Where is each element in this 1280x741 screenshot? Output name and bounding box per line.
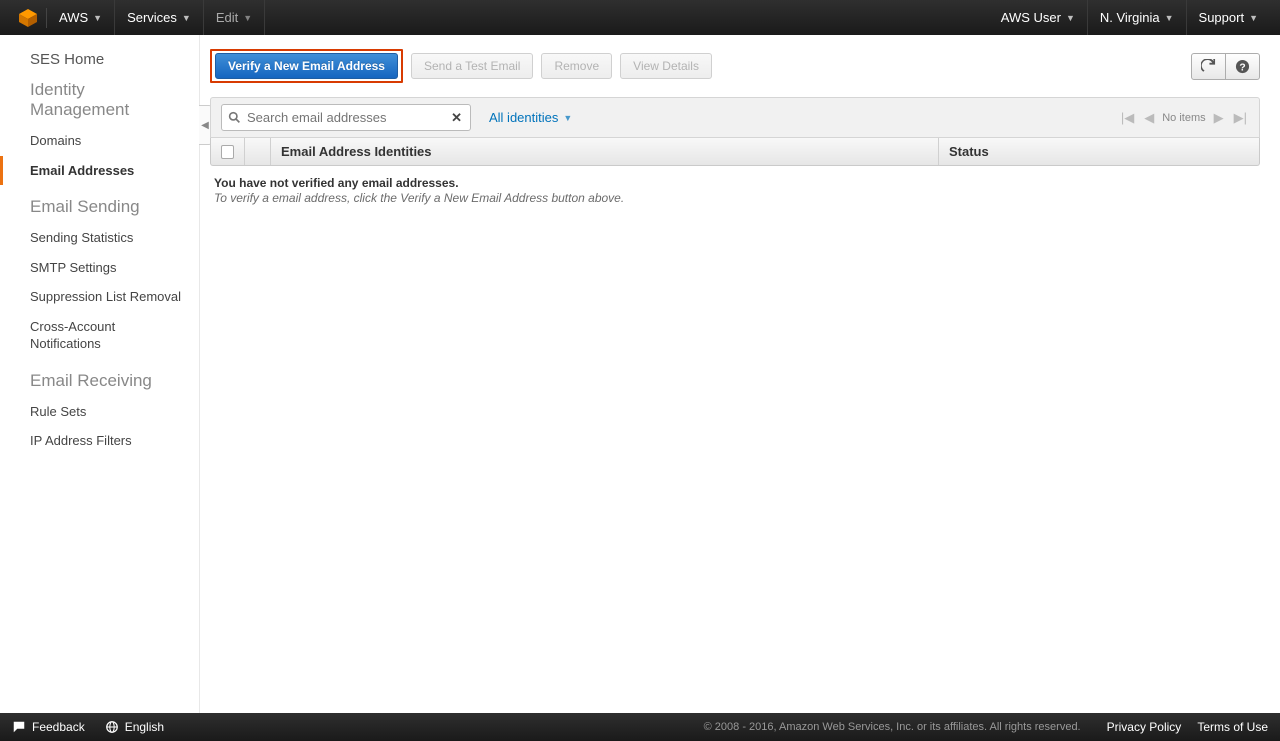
column-status[interactable]: Status xyxy=(939,138,1259,165)
edit-menu-label: Edit xyxy=(216,10,238,25)
page-first-icon[interactable]: |◀ xyxy=(1119,110,1136,126)
help-icon: ? xyxy=(1235,59,1250,74)
language-link[interactable]: English xyxy=(125,720,164,734)
refresh-icon xyxy=(1201,59,1216,74)
caret-down-icon: ▼ xyxy=(1165,13,1174,23)
privacy-link[interactable]: Privacy Policy xyxy=(1107,720,1182,734)
sidebar-item-domains[interactable]: Domains xyxy=(0,126,199,156)
copyright-text: © 2008 - 2016, Amazon Web Services, Inc.… xyxy=(704,721,1081,733)
terms-link[interactable]: Terms of Use xyxy=(1197,720,1268,734)
empty-line1: You have not verified any email addresse… xyxy=(214,176,1256,190)
search-input[interactable] xyxy=(243,107,449,128)
feedback-icon xyxy=(12,720,26,734)
refresh-button[interactable] xyxy=(1191,53,1226,80)
sidebar-heading-sending: Email Sending xyxy=(0,185,199,223)
page-last-icon[interactable]: ▶| xyxy=(1232,110,1249,126)
table-header-gap xyxy=(245,138,271,165)
column-email-identities[interactable]: Email Address Identities xyxy=(271,138,939,165)
page-next-icon[interactable]: ▶ xyxy=(1212,110,1226,126)
services-menu[interactable]: Services ▼ xyxy=(115,0,204,35)
region-menu-label: N. Virginia xyxy=(1100,10,1160,25)
remove-button[interactable]: Remove xyxy=(541,53,612,79)
empty-state: You have not verified any email addresse… xyxy=(210,166,1260,215)
identity-filter-label: All identities xyxy=(489,110,558,125)
highlight-box: Verify a New Email Address xyxy=(210,49,403,83)
caret-down-icon: ▼ xyxy=(563,113,572,123)
pager: |◀ ◀ No items ▶ ▶| xyxy=(1119,110,1249,126)
caret-down-icon: ▼ xyxy=(182,13,191,23)
checkbox-icon xyxy=(221,145,234,159)
caret-down-icon: ▼ xyxy=(1066,13,1075,23)
verify-new-email-button[interactable]: Verify a New Email Address xyxy=(215,53,398,79)
support-menu-label: Support xyxy=(1199,10,1245,25)
clear-search-icon[interactable]: ✕ xyxy=(449,110,464,126)
aws-menu-label: AWS xyxy=(59,10,88,25)
empty-line2: To verify a email address, click the Ver… xyxy=(214,191,1256,205)
user-menu-label: AWS User xyxy=(1001,10,1061,25)
page-prev-icon[interactable]: ◀ xyxy=(1142,110,1156,126)
select-all-checkbox[interactable] xyxy=(211,138,245,165)
sidebar-ses-home[interactable]: SES Home xyxy=(0,45,116,74)
caret-down-icon: ▼ xyxy=(1249,13,1258,23)
filter-bar: ✕ All identities ▼ |◀ ◀ No items ▶ ▶| xyxy=(210,97,1260,138)
aws-cube-icon xyxy=(18,8,38,28)
page-status: No items xyxy=(1162,112,1205,124)
sidebar-heading-identity: Identity Management xyxy=(0,68,199,126)
services-menu-label: Services xyxy=(127,10,177,25)
sidebar-item-sending-stats[interactable]: Sending Statistics xyxy=(0,223,199,253)
sidebar-item-smtp[interactable]: SMTP Settings xyxy=(0,253,199,283)
sidebar-item-ip-filters[interactable]: IP Address Filters xyxy=(0,426,199,456)
footer: Feedback English © 2008 - 2016, Amazon W… xyxy=(0,713,1280,741)
region-menu[interactable]: N. Virginia ▼ xyxy=(1088,0,1187,35)
search-icon xyxy=(228,111,241,124)
identity-filter-dropdown[interactable]: All identities ▼ xyxy=(489,110,572,125)
caret-down-icon: ▼ xyxy=(93,13,102,23)
search-box[interactable]: ✕ xyxy=(221,104,471,131)
user-menu[interactable]: AWS User ▼ xyxy=(989,0,1088,35)
send-test-email-button[interactable]: Send a Test Email xyxy=(411,53,534,79)
sidebar-item-email-addresses[interactable]: Email Addresses xyxy=(0,156,199,186)
action-toolbar: Verify a New Email Address Send a Test E… xyxy=(210,49,1260,83)
feedback-link[interactable]: Feedback xyxy=(32,720,85,734)
aws-menu[interactable]: AWS ▼ xyxy=(47,0,115,35)
sidebar: ◀ SES Home Identity Management Domains E… xyxy=(0,35,200,713)
sidebar-item-rule-sets[interactable]: Rule Sets xyxy=(0,397,199,427)
svg-text:?: ? xyxy=(1239,62,1245,73)
sidebar-item-suppression[interactable]: Suppression List Removal xyxy=(0,282,199,312)
edit-menu[interactable]: Edit ▼ xyxy=(204,0,265,35)
sidebar-heading-receiving: Email Receiving xyxy=(0,359,199,397)
table-header: Email Address Identities Status xyxy=(210,138,1260,166)
sidebar-item-cross-account[interactable]: Cross-Account Notifications xyxy=(0,312,199,359)
content-pane: Verify a New Email Address Send a Test E… xyxy=(200,35,1280,713)
view-details-button[interactable]: View Details xyxy=(620,53,712,79)
support-menu[interactable]: Support ▼ xyxy=(1187,0,1270,35)
help-button[interactable]: ? xyxy=(1225,53,1260,80)
globe-icon xyxy=(105,720,119,734)
caret-down-icon: ▼ xyxy=(243,13,252,23)
top-navigation: AWS ▼ Services ▼ Edit ▼ AWS User ▼ N. Virgin… xyxy=(0,0,1280,35)
